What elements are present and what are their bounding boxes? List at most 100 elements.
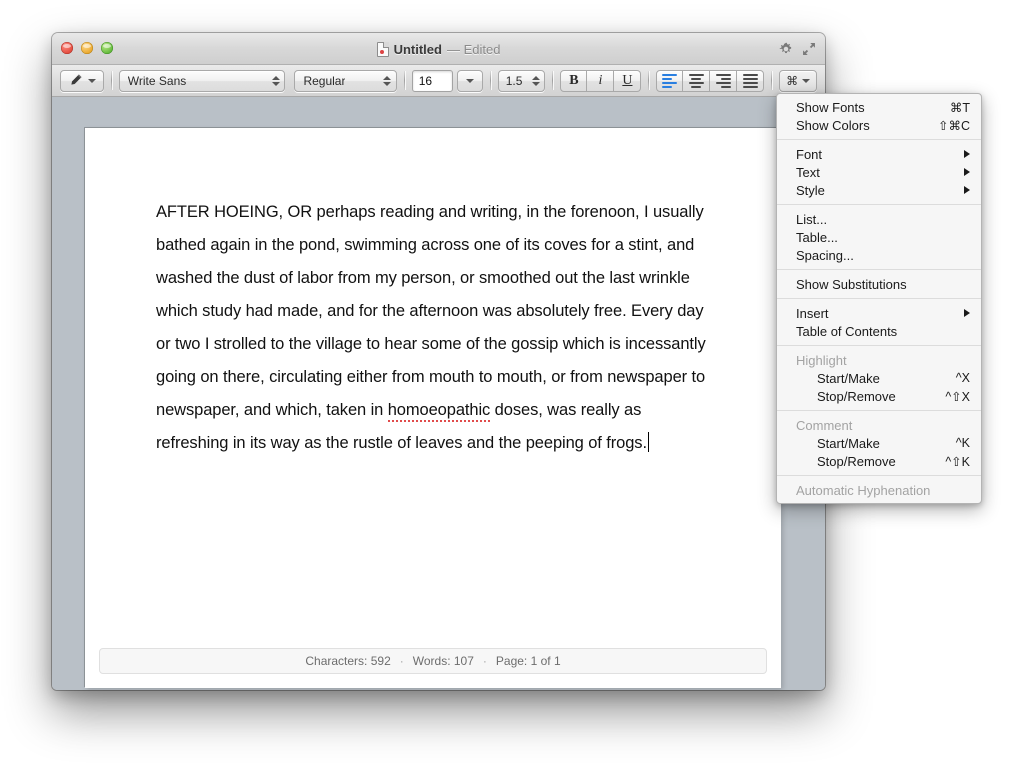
align-right-button[interactable] bbox=[710, 69, 738, 92]
align-center-button[interactable] bbox=[683, 69, 711, 92]
italic-button[interactable]: i bbox=[587, 69, 615, 92]
menu-item-font[interactable]: Font bbox=[777, 145, 981, 163]
align-justify-button[interactable] bbox=[737, 69, 765, 92]
menu-separator bbox=[777, 410, 981, 411]
menu-item-label: Automatic Hyphenation bbox=[796, 482, 931, 498]
menu-item-list[interactable]: List... bbox=[777, 210, 981, 228]
font-family-value: Write Sans bbox=[127, 73, 187, 88]
font-size-group: 16 bbox=[411, 69, 483, 92]
menu-item-label: Start/Make bbox=[817, 370, 880, 386]
document-status-bar: Characters: 592 · Words: 107 · Page: 1 o… bbox=[99, 648, 767, 674]
text-cursor bbox=[647, 432, 649, 452]
menu-item-label: Style bbox=[796, 182, 825, 198]
font-style-select[interactable]: Regular bbox=[294, 69, 397, 92]
menu-item-stop-remove[interactable]: Stop/Remove ^⇧X bbox=[777, 387, 981, 405]
menu-item-show-substitutions[interactable]: Show Substitutions bbox=[777, 275, 981, 293]
menu-item-label: Show Substitutions bbox=[796, 276, 907, 292]
menu-separator bbox=[777, 298, 981, 299]
menu-separator bbox=[777, 475, 981, 476]
line-spacing-select[interactable]: 1.5 bbox=[497, 69, 546, 92]
chevron-down-icon bbox=[802, 78, 811, 83]
bold-button[interactable]: B bbox=[560, 69, 588, 92]
menu-item-spacing[interactable]: Spacing... bbox=[777, 246, 981, 264]
menu-section-header: Comment bbox=[796, 417, 853, 433]
edited-status-label: — Edited bbox=[446, 41, 501, 57]
stepper-icon bbox=[271, 75, 280, 86]
minimize-button[interactable] bbox=[81, 42, 93, 54]
menu-item-style[interactable]: Style bbox=[777, 181, 981, 199]
menu-item-label: Text bbox=[796, 164, 820, 180]
menu-item-shortcut: ⇧⌘C bbox=[937, 118, 970, 133]
menu-separator bbox=[777, 204, 981, 205]
align-left-icon bbox=[662, 73, 678, 88]
document-canvas[interactable]: AFTER HOEING, OR perhaps reading and wri… bbox=[52, 97, 825, 690]
format-dropdown-menu[interactable]: Show Fonts ⌘T Show Colors ⇧⌘C Font Text Style L… bbox=[776, 93, 982, 504]
menu-item-label: Show Fonts bbox=[796, 99, 865, 115]
toolbar-divider bbox=[771, 71, 773, 90]
status-separator: · bbox=[482, 654, 487, 668]
chevron-down-icon bbox=[87, 78, 96, 83]
stepper-icon bbox=[383, 75, 392, 86]
menu-item-start-make[interactable]: Start/Make ^K bbox=[777, 434, 981, 452]
underline-button[interactable]: U bbox=[614, 69, 642, 92]
font-family-select[interactable]: Write Sans bbox=[118, 69, 286, 92]
stepper-icon bbox=[531, 75, 540, 86]
expand-icon[interactable] bbox=[802, 42, 816, 56]
window-title-group: Untitled — Edited bbox=[52, 33, 825, 65]
font-size-dropdown-button[interactable] bbox=[456, 69, 483, 92]
menu-item-shortcut: ^⇧K bbox=[945, 454, 970, 469]
menu-item-label: Stop/Remove bbox=[817, 453, 896, 469]
menu-item-shortcut: ^⇧X bbox=[945, 389, 970, 404]
menu-item-label: Table of Contents bbox=[796, 323, 898, 339]
menu-item-text[interactable]: Text bbox=[777, 163, 981, 181]
menu-separator bbox=[777, 345, 981, 346]
menu-item-label: Show Colors bbox=[796, 117, 870, 133]
menu-item-table-of-contents[interactable]: Table of Contents bbox=[777, 322, 981, 340]
menu-section-header: Highlight bbox=[796, 352, 847, 368]
menu-item-show-colors[interactable]: Show Colors ⇧⌘C bbox=[777, 116, 981, 134]
page-count: Page: 1 of 1 bbox=[495, 654, 561, 668]
pen-tool-button[interactable] bbox=[60, 69, 104, 92]
font-size-input[interactable]: 16 bbox=[411, 69, 453, 92]
status-separator: · bbox=[399, 654, 404, 668]
align-center-icon bbox=[688, 73, 704, 88]
menu-item-label: Spacing... bbox=[796, 247, 854, 263]
chevron-right-icon bbox=[964, 150, 970, 158]
page-title: Untitled bbox=[393, 41, 442, 57]
desktop-background: Untitled — Edited Write Sans Regular 16 … bbox=[0, 0, 1026, 764]
menu-item-stop-remove[interactable]: Stop/Remove ^⇧K bbox=[777, 452, 981, 470]
paragraph-part-one: AFTER HOEING, OR perhaps reading and wri… bbox=[156, 203, 706, 419]
menu-item-shortcut: ^K bbox=[955, 436, 970, 450]
formatting-toolbar: Write Sans Regular 16 1.5 B i U ⌘ bbox=[52, 65, 825, 97]
text-editor-window: Untitled — Edited Write Sans Regular 16 … bbox=[52, 33, 825, 690]
menu-item-start-make[interactable]: Start/Make ^X bbox=[777, 369, 981, 387]
window-titlebar[interactable]: Untitled — Edited bbox=[52, 33, 825, 65]
close-button[interactable] bbox=[61, 42, 73, 54]
format-menu-button[interactable]: ⌘ bbox=[779, 69, 817, 92]
menu-item-label: Table... bbox=[796, 229, 838, 245]
menu-item-table[interactable]: Table... bbox=[777, 228, 981, 246]
command-icon: ⌘ bbox=[786, 73, 799, 88]
chevron-right-icon bbox=[964, 309, 970, 317]
character-count: Characters: 592 bbox=[305, 654, 391, 668]
font-style-value: Regular bbox=[303, 73, 346, 88]
menu-item-insert[interactable]: Insert bbox=[777, 304, 981, 322]
line-spacing-value: 1.5 bbox=[505, 73, 523, 88]
menu-item-shortcut: ⌘T bbox=[949, 100, 970, 115]
menu-item-label: Insert bbox=[796, 305, 829, 321]
menu-item-show-fonts[interactable]: Show Fonts ⌘T bbox=[777, 98, 981, 116]
menu-item-label: Font bbox=[796, 146, 823, 162]
toolbar-divider bbox=[489, 71, 491, 90]
document-text[interactable]: AFTER HOEING, OR perhaps reading and wri… bbox=[156, 196, 708, 460]
document-page[interactable]: AFTER HOEING, OR perhaps reading and wri… bbox=[85, 128, 781, 688]
chevron-down-icon bbox=[465, 78, 474, 83]
pen-icon bbox=[71, 74, 82, 85]
gear-icon[interactable] bbox=[779, 42, 793, 56]
menu-item-shortcut: ^X bbox=[955, 371, 970, 385]
align-left-button[interactable] bbox=[656, 69, 684, 92]
titlebar-actions bbox=[779, 33, 816, 65]
chevron-right-icon bbox=[964, 168, 970, 176]
menu-item-label: Start/Make bbox=[817, 435, 880, 451]
misspelled-word[interactable]: homoeopathic bbox=[387, 401, 490, 422]
zoom-button[interactable] bbox=[101, 42, 113, 54]
